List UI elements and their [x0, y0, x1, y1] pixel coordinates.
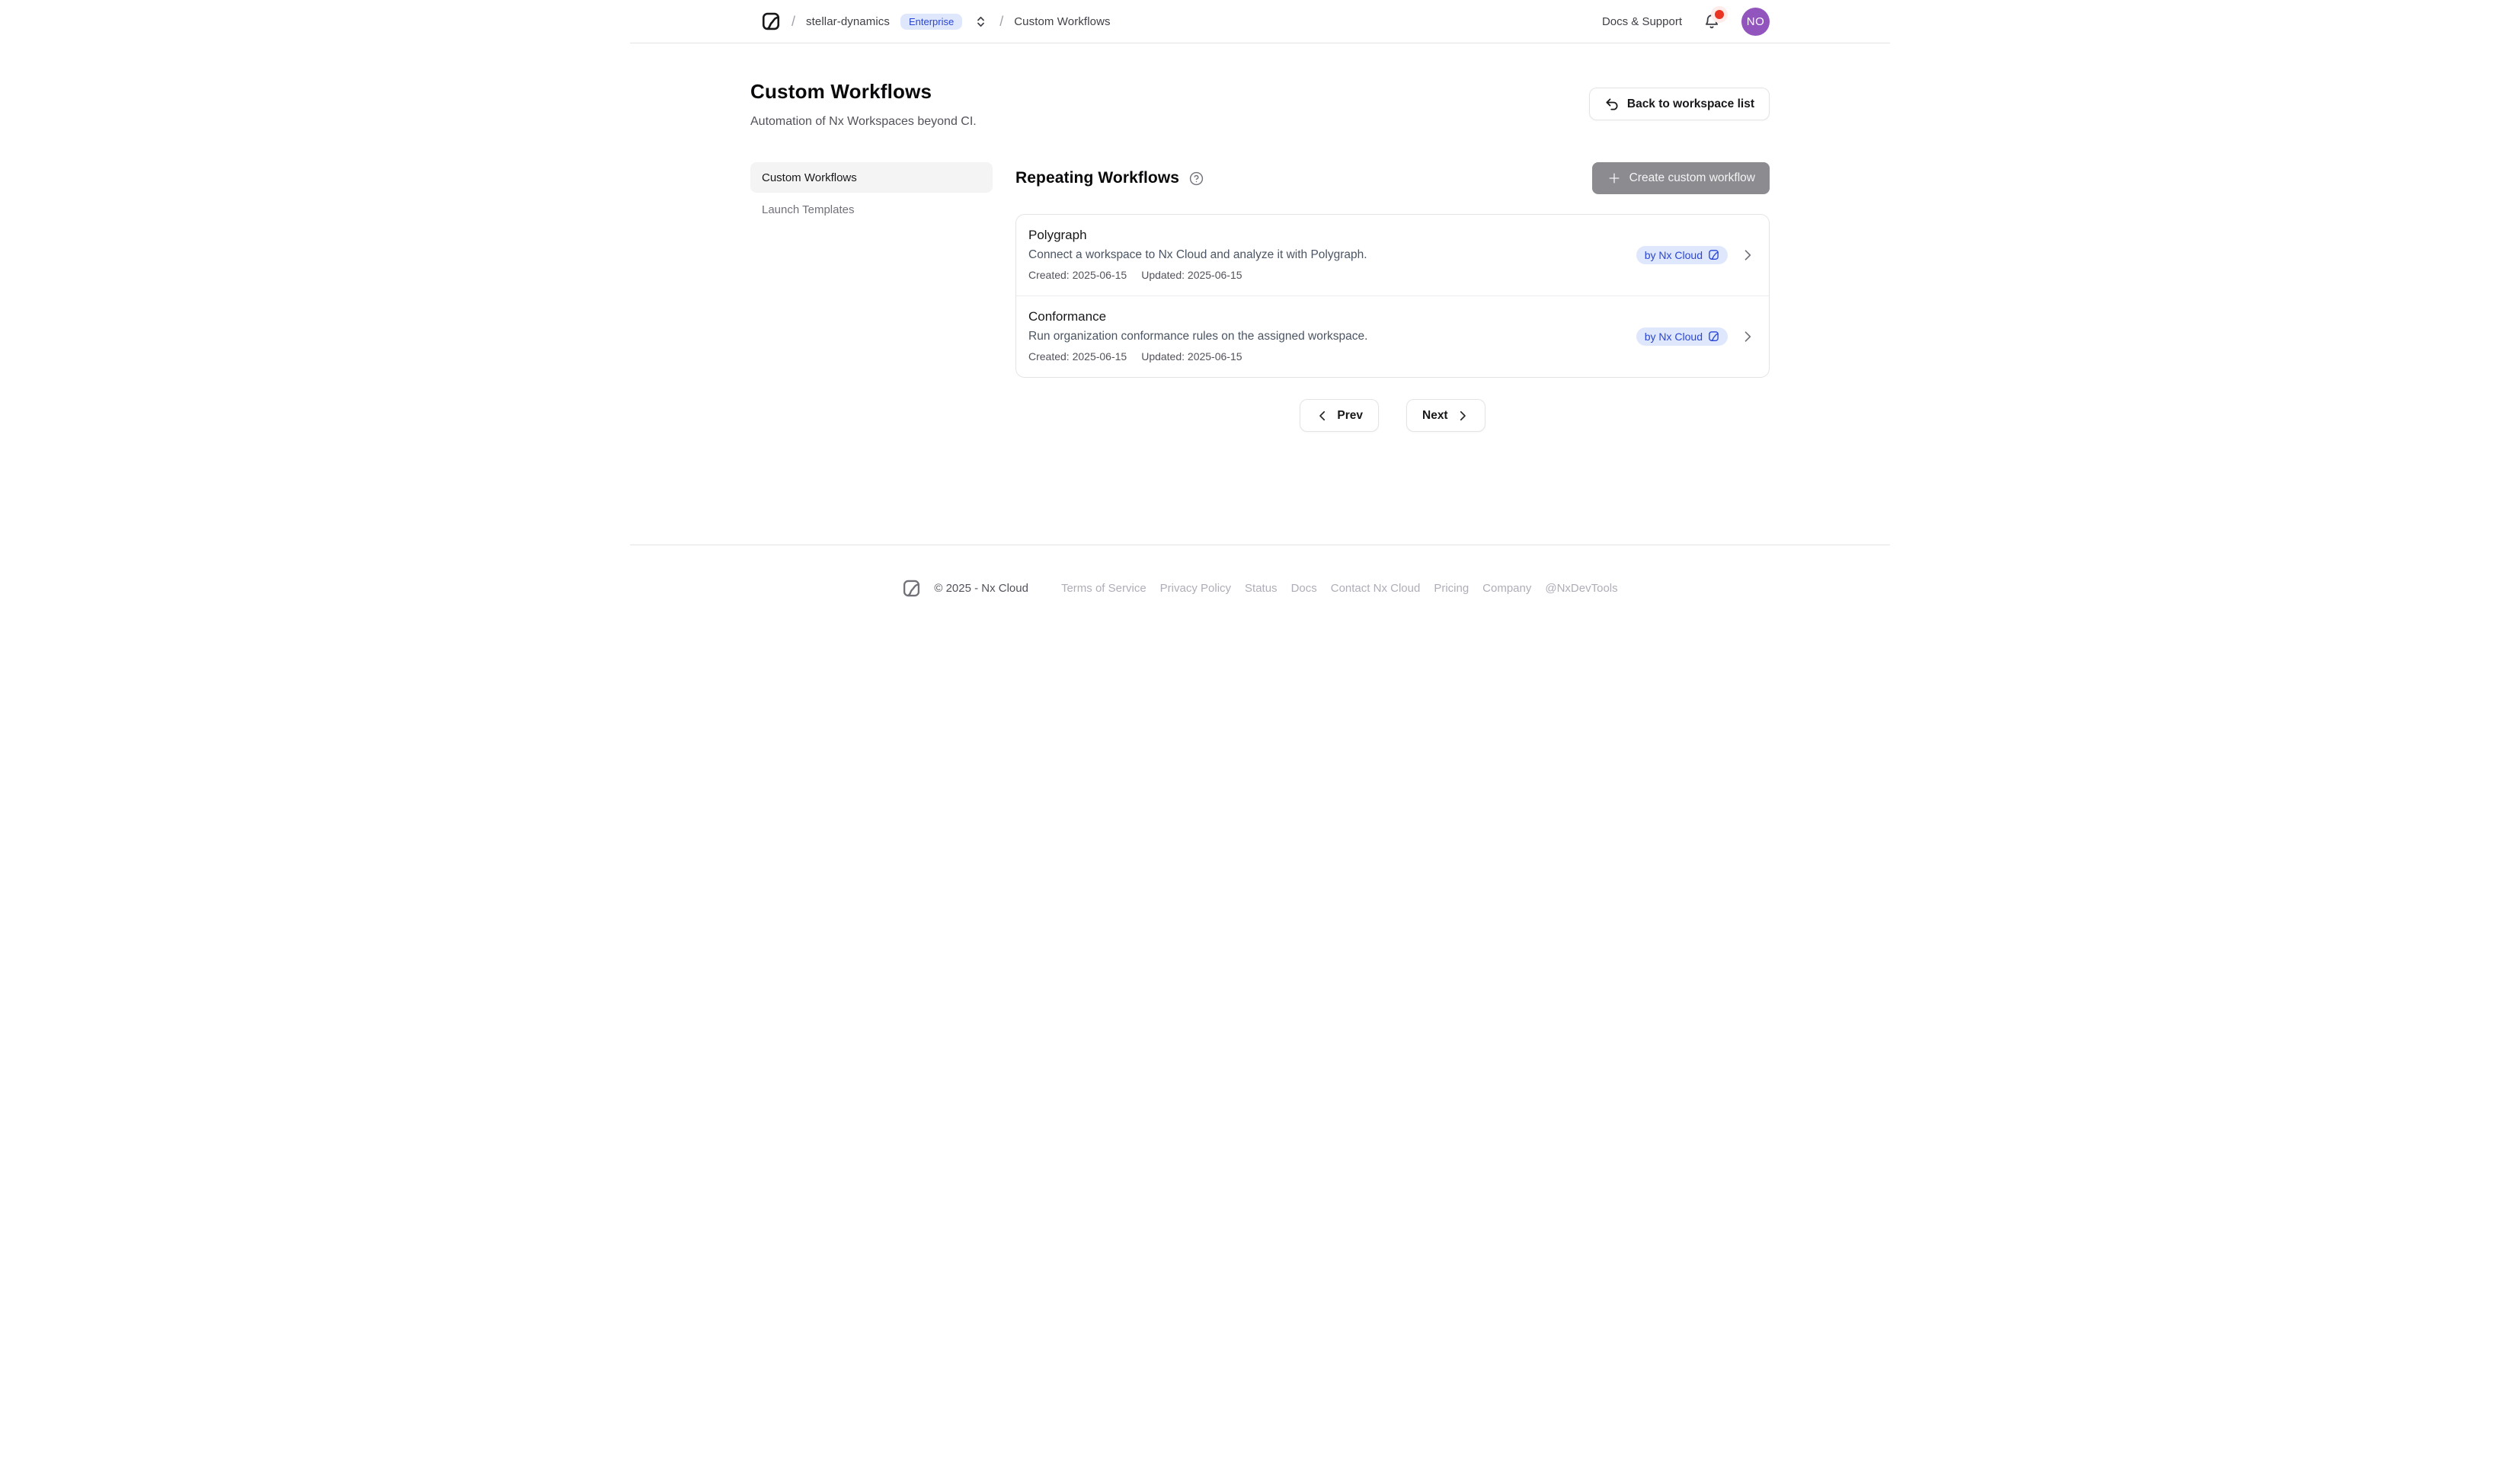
sidebar-item-label: Launch Templates — [762, 203, 854, 216]
workflow-updated: Updated: 2025-06-15 — [1141, 347, 1242, 366]
footer-link-contact[interactable]: Contact Nx Cloud — [1331, 582, 1421, 595]
plus-icon — [1607, 171, 1622, 186]
avatar[interactable]: NO — [1741, 8, 1770, 36]
chevron-left-icon — [1316, 409, 1329, 423]
section-title: Repeating Workflows — [1015, 169, 1179, 187]
return-arrow-icon — [1604, 97, 1620, 112]
workflow-list: Polygraph Connect a workspace to Nx Clou… — [1015, 214, 1770, 378]
copyright-text: © 2025 - Nx Cloud — [934, 582, 1028, 595]
workflow-title: Conformance — [1028, 307, 1636, 327]
footer-link-status[interactable]: Status — [1245, 582, 1278, 595]
next-label: Next — [1422, 409, 1448, 423]
breadcrumb: / stellar-dynamics Enterprise / Custom W… — [750, 11, 1111, 31]
chevron-right-icon — [1740, 329, 1755, 344]
nx-logo-icon[interactable] — [761, 11, 781, 31]
workflow-row-polygraph[interactable]: Polygraph Connect a workspace to Nx Clou… — [1016, 215, 1769, 295]
chevron-right-icon — [1456, 409, 1469, 423]
footer-link-terms[interactable]: Terms of Service — [1061, 582, 1146, 595]
footer-link-pricing[interactable]: Pricing — [1434, 582, 1469, 595]
back-to-workspace-list-button[interactable]: Back to workspace list — [1589, 88, 1770, 120]
footer-link-docs[interactable]: Docs — [1291, 582, 1317, 595]
help-icon[interactable] — [1189, 171, 1204, 186]
docs-support-link[interactable]: Docs & Support — [1602, 15, 1682, 28]
sidebar-item-launch-templates[interactable]: Launch Templates — [750, 194, 993, 225]
footer: © 2025 - Nx Cloud Terms of Service Priva… — [630, 545, 1890, 598]
footer-link-nxdevtools[interactable]: @NxDevTools — [1545, 582, 1617, 595]
workflow-description: Run organization conformance rules on th… — [1028, 327, 1636, 347]
breadcrumb-separator: / — [791, 14, 795, 30]
footer-link-company[interactable]: Company — [1482, 582, 1531, 595]
workflow-created: Created: 2025-06-15 — [1028, 265, 1127, 285]
prev-page-button[interactable]: Prev — [1300, 399, 1379, 432]
by-nx-cloud-badge: by Nx Cloud — [1636, 327, 1728, 347]
top-header: / stellar-dynamics Enterprise / Custom W… — [630, 0, 1890, 43]
back-button-label: Back to workspace list — [1627, 97, 1754, 111]
nx-logo-icon — [902, 579, 921, 598]
plan-badge: Enterprise — [900, 14, 962, 30]
sidebar-item-label: Custom Workflows — [762, 171, 857, 184]
pagination: Prev Next — [1015, 399, 1770, 432]
breadcrumb-workspace[interactable]: stellar-dynamics — [806, 15, 890, 28]
badge-label: by Nx Cloud — [1645, 249, 1703, 262]
sidebar-item-custom-workflows[interactable]: Custom Workflows — [750, 162, 993, 193]
workflow-updated: Updated: 2025-06-15 — [1141, 265, 1242, 285]
footer-link-privacy[interactable]: Privacy Policy — [1160, 582, 1231, 595]
workspace-switcher-button[interactable] — [973, 14, 989, 30]
workflow-row-conformance[interactable]: Conformance Run organization conformance… — [1016, 295, 1769, 377]
badge-label: by Nx Cloud — [1645, 331, 1703, 343]
workflow-title: Polygraph — [1028, 225, 1636, 245]
nx-logo-icon — [1708, 249, 1719, 260]
notification-dot — [1715, 10, 1724, 19]
workflow-description: Connect a workspace to Nx Cloud and anal… — [1028, 245, 1636, 265]
workflow-created: Created: 2025-06-15 — [1028, 347, 1127, 366]
footer-links: Terms of Service Privacy Policy Status D… — [1061, 582, 1618, 595]
breadcrumb-page: Custom Workflows — [1014, 15, 1110, 28]
prev-label: Prev — [1337, 409, 1363, 423]
chevron-up-down-icon — [974, 15, 987, 28]
by-nx-cloud-badge: by Nx Cloud — [1636, 246, 1728, 265]
breadcrumb-separator: / — [999, 14, 1003, 30]
next-page-button[interactable]: Next — [1406, 399, 1485, 432]
settings-sidebar: Custom Workflows Launch Templates — [750, 162, 993, 225]
nx-logo-icon — [1708, 331, 1719, 342]
create-custom-workflow-button[interactable]: Create custom workflow — [1592, 162, 1770, 194]
create-button-label: Create custom workflow — [1629, 171, 1755, 185]
chevron-right-icon — [1740, 248, 1755, 263]
notifications-button[interactable] — [1702, 11, 1722, 31]
